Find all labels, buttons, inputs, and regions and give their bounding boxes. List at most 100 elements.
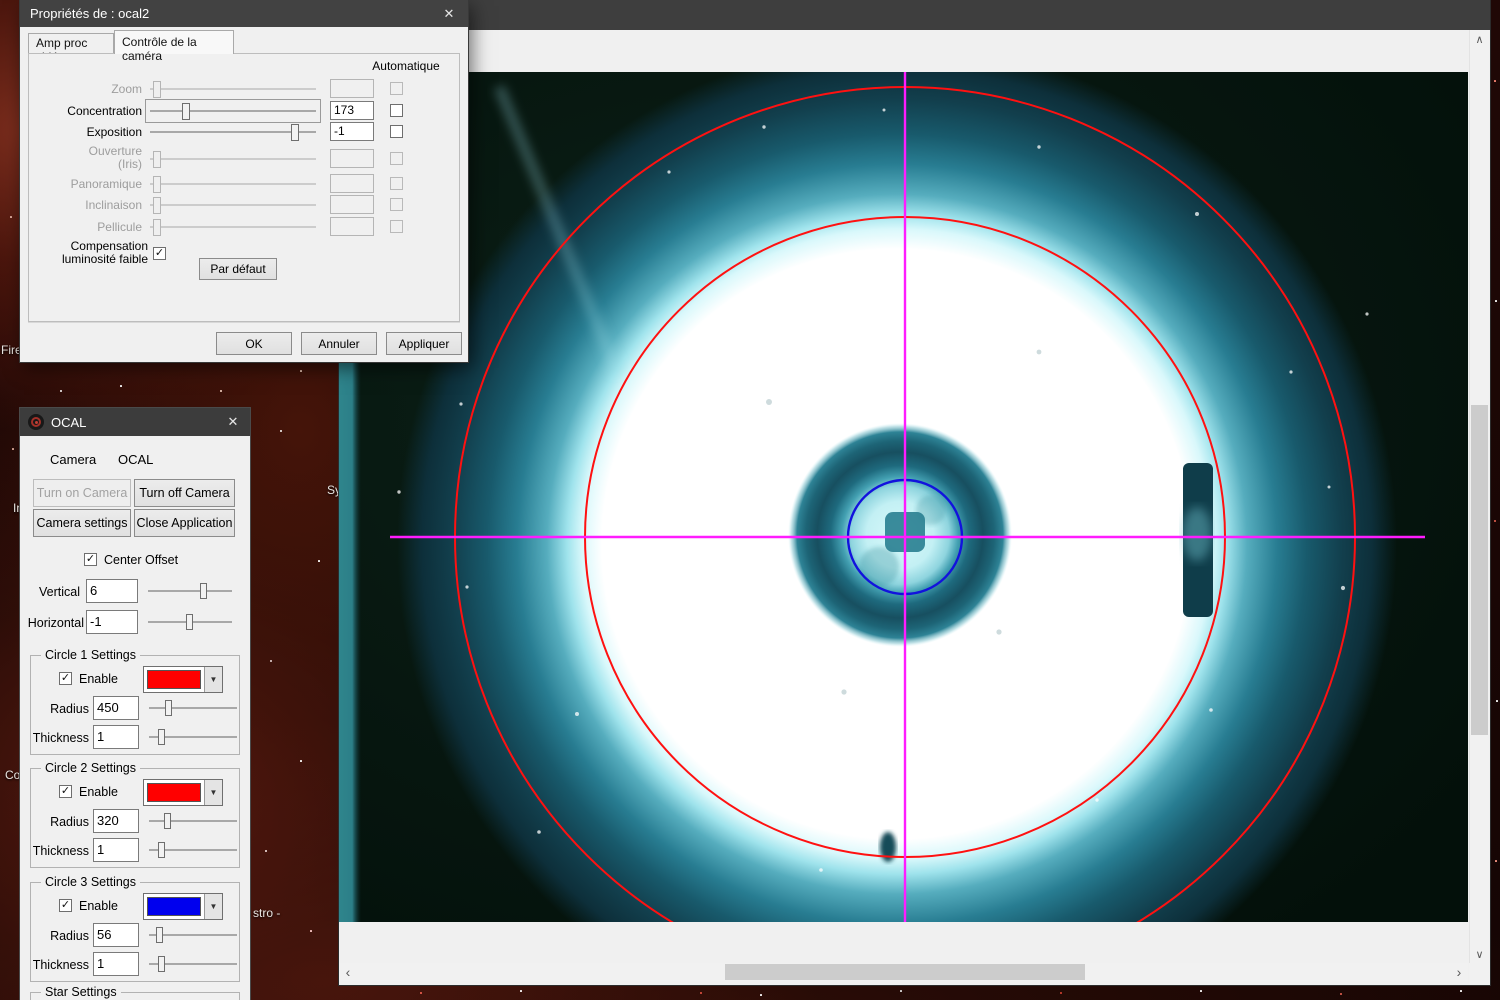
close-icon[interactable]: ✕ <box>218 408 248 436</box>
circle-3-color-dropdown[interactable]: ▼ <box>143 893 223 920</box>
star <box>1060 992 1062 994</box>
compensation-label: Compensation luminosité faible <box>20 240 148 266</box>
center-offset-checkbox[interactable]: ✓ <box>84 553 97 566</box>
menu-camera[interactable]: Camera <box>50 452 96 467</box>
scroll-right-icon[interactable]: › <box>1450 963 1468 981</box>
checkmark-icon: ✓ <box>155 247 164 259</box>
star <box>10 216 12 218</box>
slider-thumb[interactable] <box>156 927 163 943</box>
circle-2-enable-checkbox[interactable]: ✓ <box>59 785 72 798</box>
circle-2-color-dropdown[interactable]: ▼ <box>143 779 223 806</box>
pellicule-auto-checkbox[interactable] <box>390 220 403 233</box>
exposition-slider[interactable] <box>150 122 316 142</box>
menu-ocal[interactable]: OCAL <box>118 452 153 467</box>
tab-controle-camera[interactable]: Contrôle de la caméra <box>114 30 234 54</box>
slider-thumb[interactable] <box>153 219 161 236</box>
turn-on-camera-button[interactable]: Turn on Camera <box>33 479 131 507</box>
concentration-auto-checkbox[interactable] <box>390 104 403 117</box>
horizontal-scrollbar[interactable]: ‹ › <box>339 963 1468 981</box>
panoramique-slider[interactable] <box>150 174 316 194</box>
circle-3-thickness-field[interactable]: 1 <box>93 952 139 976</box>
circle-2-radius-field[interactable]: 320 <box>93 809 139 833</box>
concentration-value-field[interactable]: 173 <box>330 101 374 120</box>
automatic-column-header: Automatique <box>360 59 452 73</box>
exposition-value-field[interactable]: -1 <box>330 122 374 141</box>
group-title: Circle 3 Settings <box>41 875 140 889</box>
vertical-scroll-thumb[interactable] <box>1471 405 1488 735</box>
circle-1-radius-field[interactable]: 450 <box>93 696 139 720</box>
ok-button[interactable]: OK <box>216 332 292 355</box>
inclinaison-slider[interactable] <box>150 195 316 215</box>
zoom-value-field[interactable] <box>330 79 374 98</box>
default-button[interactable]: Par défaut <box>199 258 277 280</box>
scroll-up-icon[interactable]: ∧ <box>1470 30 1489 48</box>
panoramique-auto-checkbox[interactable] <box>390 177 403 190</box>
prop-label: Concentration <box>20 104 142 118</box>
slider-thumb[interactable] <box>182 103 190 120</box>
camera-settings-button[interactable]: Camera settings <box>33 509 131 537</box>
circle-1-enable-checkbox[interactable]: ✓ <box>59 672 72 685</box>
zoom-slider[interactable] <box>150 79 316 99</box>
slider-thumb[interactable] <box>200 583 207 599</box>
ouverture-slider[interactable] <box>150 149 316 169</box>
vertical-offset-field[interactable]: 6 <box>86 579 138 603</box>
thickness-label: Thickness <box>31 958 89 972</box>
slider-thumb[interactable] <box>165 700 172 716</box>
turn-off-camera-button[interactable]: Turn off Camera <box>134 479 235 507</box>
ouverture-auto-checkbox[interactable] <box>390 152 403 165</box>
apply-button[interactable]: Appliquer <box>386 332 462 355</box>
exposition-auto-checkbox[interactable] <box>390 125 403 138</box>
slider-thumb[interactable] <box>186 614 193 630</box>
circle-2-thickness-field[interactable]: 1 <box>93 838 139 862</box>
slider-thumb[interactable] <box>153 81 161 98</box>
slider-thumb[interactable] <box>158 956 165 972</box>
center-offset-label: Center Offset <box>104 553 178 567</box>
chevron-down-icon[interactable]: ▼ <box>204 667 222 692</box>
circle-1-color-dropdown[interactable]: ▼ <box>143 666 223 693</box>
close-application-button[interactable]: Close Application <box>134 509 235 537</box>
inclinaison-value-field[interactable] <box>330 195 374 214</box>
circle-3-radius-field[interactable]: 56 <box>93 923 139 947</box>
circle-2-thickness-slider[interactable] <box>149 838 237 862</box>
slider-thumb[interactable] <box>291 124 299 141</box>
checkmark-icon: ✓ <box>61 899 70 911</box>
circle-1-thickness-slider[interactable] <box>149 725 237 749</box>
panoramique-value-field[interactable] <box>330 174 374 193</box>
chevron-down-icon[interactable]: ▼ <box>204 894 222 919</box>
horizontal-scroll-thumb[interactable] <box>725 964 1085 980</box>
star <box>760 994 762 996</box>
concentration-slider[interactable] <box>150 101 316 121</box>
circle-2-radius-slider[interactable] <box>149 809 237 833</box>
vertical-scrollbar[interactable]: ∧ ∨ <box>1469 30 1489 963</box>
close-icon[interactable]: ✕ <box>434 0 464 27</box>
horizontal-offset-field[interactable]: -1 <box>86 610 138 634</box>
chevron-down-icon[interactable]: ▼ <box>204 780 222 805</box>
color-swatch <box>147 670 201 689</box>
tab-amp-proc-video[interactable]: Amp proc vidéo <box>28 33 114 54</box>
slider-thumb[interactable] <box>158 729 165 745</box>
compensation-checkbox[interactable]: ✓ <box>153 247 166 260</box>
circle-3-radius-slider[interactable] <box>149 923 237 947</box>
slider-thumb[interactable] <box>153 176 161 193</box>
circle-3-thickness-slider[interactable] <box>149 952 237 976</box>
scroll-down-icon[interactable]: ∨ <box>1470 945 1489 963</box>
scroll-left-icon[interactable]: ‹ <box>339 963 357 981</box>
circle-3-settings-group: Circle 3 Settings ✓ Enable ▼ Radius 56 T… <box>30 882 240 982</box>
ouverture-value-field[interactable] <box>330 149 374 168</box>
horizontal-offset-slider[interactable] <box>148 610 232 634</box>
pellicule-value-field[interactable] <box>330 217 374 236</box>
inclinaison-auto-checkbox[interactable] <box>390 198 403 211</box>
circle-1-thickness-field[interactable]: 1 <box>93 725 139 749</box>
zoom-auto-checkbox[interactable] <box>390 82 403 95</box>
circle-1-radius-slider[interactable] <box>149 696 237 720</box>
cancel-button[interactable]: Annuler <box>301 332 377 355</box>
pellicule-slider[interactable] <box>150 217 316 237</box>
slider-thumb[interactable] <box>153 151 161 168</box>
desktop-label: Co <box>5 768 20 782</box>
slider-thumb[interactable] <box>164 813 171 829</box>
slider-thumb[interactable] <box>153 197 161 214</box>
circle-3-enable-checkbox[interactable]: ✓ <box>59 899 72 912</box>
vertical-offset-slider[interactable] <box>148 579 232 603</box>
prop-row-panoramique: Panoramique <box>20 173 468 195</box>
slider-thumb[interactable] <box>158 842 165 858</box>
